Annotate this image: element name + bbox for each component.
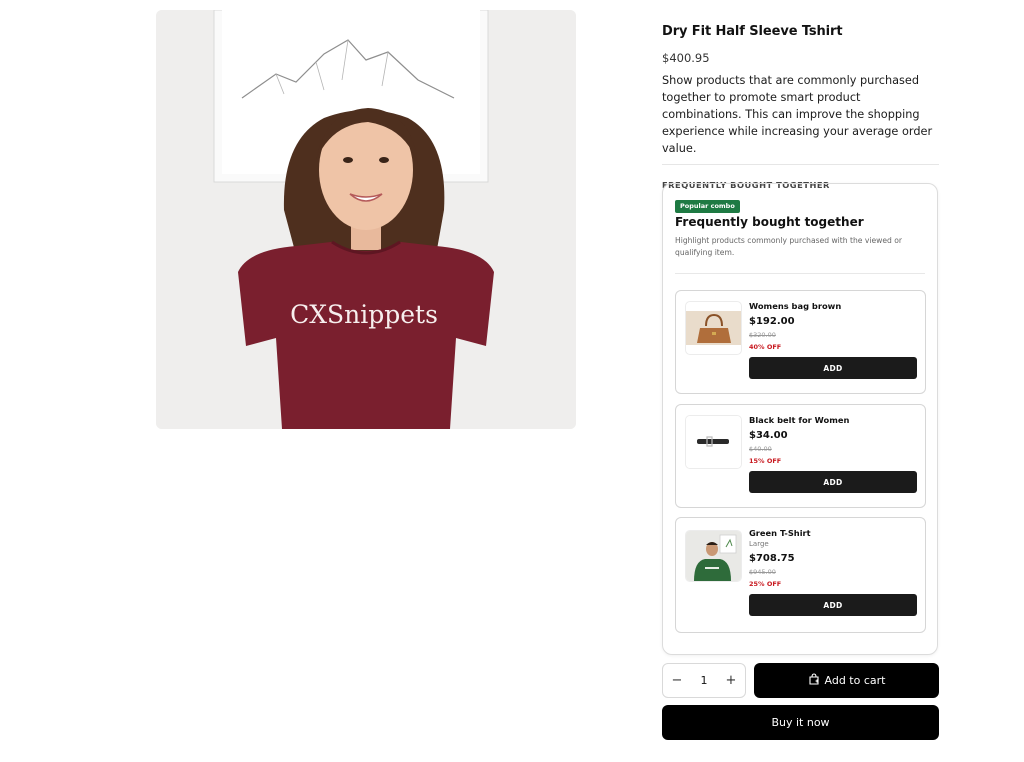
product-image: CXSnippets xyxy=(156,10,576,429)
shirt-print-text: CXSnippets xyxy=(290,300,438,329)
product-description: Show products that are commonly purchase… xyxy=(662,74,933,155)
black-belt-thumbnail xyxy=(685,415,742,469)
item-price: $192.00 xyxy=(749,316,795,327)
green-tshirt-thumbnail xyxy=(685,530,742,582)
item-discount: 40% OFF xyxy=(749,343,782,351)
item-name: Green T-Shirt xyxy=(749,528,811,538)
buy-it-now-button[interactable]: Buy it now xyxy=(662,705,939,740)
item-name: Womens bag brown xyxy=(749,301,842,311)
item-discount: 15% OFF xyxy=(749,457,782,465)
product-title: Dry Fit Half Sleeve Tshirt xyxy=(662,24,843,39)
fbt-item: Womens bag brown $192.00 $320.00 40% OFF… xyxy=(675,290,926,394)
add-to-cart-button[interactable]: Add to cart xyxy=(754,663,939,698)
product-price: $400.95 xyxy=(662,51,710,65)
popular-combo-badge: Popular combo xyxy=(675,200,740,213)
frequently-bought-card: Popular combo Frequently bought together… xyxy=(662,183,938,655)
add-item-button[interactable]: ADD xyxy=(749,594,917,616)
item-details: Womens bag brown $192.00 $320.00 40% OFF… xyxy=(749,301,917,379)
divider xyxy=(675,273,925,274)
item-details: Black belt for Women $34.00 $40.00 15% O… xyxy=(749,415,917,493)
cart-bag-icon xyxy=(808,673,820,688)
quantity-decrease-button[interactable]: − xyxy=(663,664,691,697)
fbt-subtitle: Highlight products commonly purchased wi… xyxy=(675,236,903,257)
item-variant: Large xyxy=(749,540,769,548)
fbt-item: Black belt for Women $34.00 $40.00 15% O… xyxy=(675,404,926,508)
add-item-button[interactable]: ADD xyxy=(749,471,917,493)
item-details: Green T-Shirt Large $708.75 $945.00 25% … xyxy=(749,528,917,616)
fbt-item: Green T-Shirt Large $708.75 $945.00 25% … xyxy=(675,517,926,633)
quantity-input[interactable] xyxy=(691,664,717,697)
item-compare-price: $320.00 xyxy=(749,331,776,339)
brown-handbag-thumbnail xyxy=(685,301,742,355)
quantity-increase-button[interactable]: + xyxy=(717,664,745,697)
item-price: $34.00 xyxy=(749,430,788,441)
item-name: Black belt for Women xyxy=(749,415,850,425)
item-discount: 25% OFF xyxy=(749,580,782,588)
fbt-title: Frequently bought together xyxy=(675,215,864,229)
product-info: Dry Fit Half Sleeve Tshirt $400.95 Show … xyxy=(662,22,939,190)
item-compare-price: $40.00 xyxy=(749,445,772,453)
divider xyxy=(662,164,939,165)
quantity-stepper: − + xyxy=(662,663,746,698)
add-item-button[interactable]: ADD xyxy=(749,357,917,379)
item-compare-price: $945.00 xyxy=(749,568,776,576)
item-price: $708.75 xyxy=(749,553,795,564)
add-to-cart-label: Add to cart xyxy=(824,674,886,687)
